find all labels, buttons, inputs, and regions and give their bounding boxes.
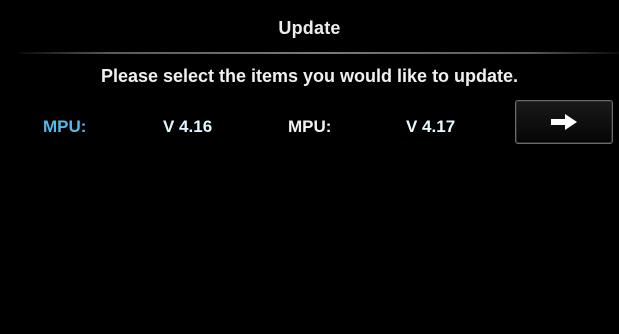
update-screen: Update Please select the items you would… <box>0 0 619 334</box>
current-mpu-label: MPU: <box>43 117 87 136</box>
current-mpu-version: V 4.16 <box>163 117 213 136</box>
screen-title: Update <box>278 18 341 38</box>
next-update-button[interactable] <box>515 100 613 144</box>
new-mpu-label: MPU: <box>288 117 332 136</box>
instruction-text: Please select the items you would like t… <box>100 66 519 86</box>
new-mpu-version: V 4.17 <box>406 117 456 136</box>
right-arrow-icon <box>551 114 577 130</box>
title-divider <box>20 52 619 54</box>
